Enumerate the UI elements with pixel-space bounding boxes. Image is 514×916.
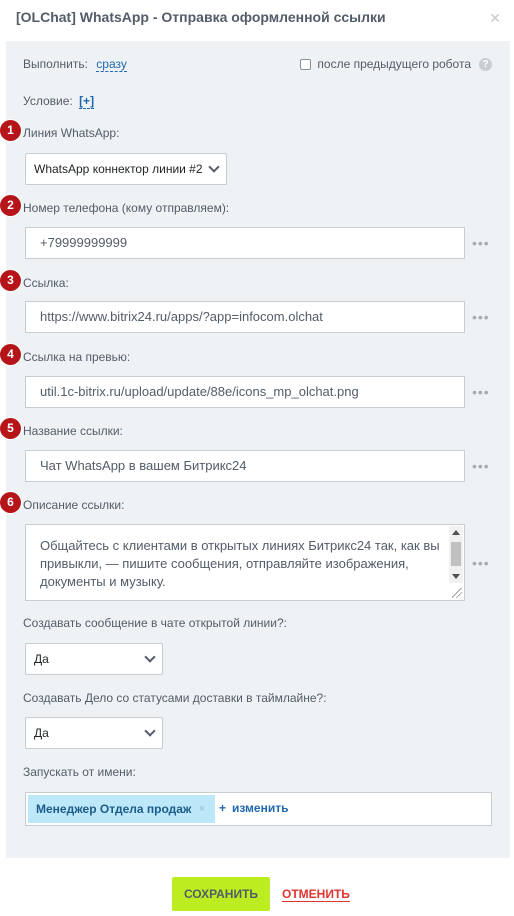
- scroll-thumb[interactable]: [451, 542, 461, 566]
- robot-settings-dialog: [OLChat] WhatsApp - Отправка оформленной…: [0, 0, 514, 916]
- phone-input[interactable]: +79999999999: [25, 227, 465, 259]
- execute-label: Выполнить:: [23, 57, 88, 71]
- description-more-icon[interactable]: •••: [472, 555, 490, 571]
- run-as-selector[interactable]: Менеджер Отдела продаж × + изменить: [25, 792, 492, 826]
- scroll-down-icon[interactable]: [452, 574, 460, 579]
- link-label: Ссылка:: [23, 276, 69, 290]
- phone-label: Номер телефона (кому отправляем):: [23, 201, 230, 215]
- execute-link[interactable]: сразу: [96, 57, 127, 72]
- create-message-value: Да: [34, 652, 49, 666]
- create-activity-select[interactable]: Да: [25, 717, 163, 749]
- create-message-label: Создавать сообщение в чате открытой лини…: [23, 616, 287, 630]
- add-condition-link[interactable]: [+]: [79, 94, 95, 109]
- line-label: Линия WhatsApp:: [23, 126, 120, 140]
- settings-panel: Выполнить: сразу после предыдущего робот…: [0, 41, 510, 858]
- save-button[interactable]: СОХРАНИТЬ: [172, 877, 270, 911]
- scroll-up-icon[interactable]: [452, 530, 460, 535]
- execute-row: Выполнить: сразу: [23, 57, 127, 72]
- plus-icon: +: [219, 801, 227, 815]
- change-user-link[interactable]: + изменить: [219, 801, 289, 815]
- step-badge-6: 6: [0, 492, 21, 513]
- preview-more-icon[interactable]: •••: [472, 384, 490, 400]
- after-robot-checkbox[interactable]: [300, 58, 312, 70]
- link-more-icon[interactable]: •••: [472, 309, 490, 325]
- textarea-scrollbar[interactable]: [449, 526, 463, 583]
- step-badge-5: 5: [0, 418, 21, 439]
- create-activity-label: Создавать Дело со статусами доставки в т…: [23, 691, 327, 705]
- after-robot-option[interactable]: после предыдущего робота ?: [300, 57, 492, 71]
- after-robot-label: после предыдущего робота: [317, 57, 471, 71]
- chevron-down-icon: [144, 725, 156, 737]
- step-badge-2: 2: [0, 195, 21, 216]
- run-as-label: Запускать от имени:: [23, 765, 136, 779]
- user-tag-name: Менеджер Отдела продаж: [36, 802, 192, 816]
- title-bar: [OLChat] WhatsApp - Отправка оформленной…: [0, 0, 514, 38]
- remove-icon[interactable]: ×: [199, 795, 205, 823]
- user-tag[interactable]: Менеджер Отдела продаж ×: [28, 795, 215, 823]
- create-message-select[interactable]: Да: [25, 643, 163, 675]
- description-label: Описание ссылки:: [23, 498, 125, 512]
- preview-input[interactable]: util.1c-bitrix.ru/upload/update/88e/icon…: [25, 376, 465, 408]
- change-user-label: изменить: [232, 801, 289, 815]
- condition-label: Условие:: [23, 94, 73, 108]
- help-icon[interactable]: ?: [479, 57, 492, 71]
- step-badge-4: 4: [0, 344, 21, 365]
- cancel-button[interactable]: ОТМЕНИТЬ: [282, 887, 350, 902]
- line-select-value: WhatsApp коннектор линии #2: [34, 162, 203, 176]
- create-activity-value: Да: [34, 726, 49, 740]
- step-badge-1: 1: [0, 120, 21, 141]
- line-select[interactable]: WhatsApp коннектор линии #2: [25, 153, 227, 185]
- link-name-more-icon[interactable]: •••: [472, 458, 490, 474]
- condition-row: Условие: [+]: [23, 94, 95, 109]
- link-input[interactable]: https://www.bitrix24.ru/apps/?app=infoco…: [25, 301, 465, 333]
- description-textarea[interactable]: Общайтесь с клиентами в открытых линиях …: [25, 524, 465, 601]
- phone-more-icon[interactable]: •••: [472, 235, 490, 251]
- preview-label: Ссылка на превью:: [23, 350, 131, 364]
- dialog-title: [OLChat] WhatsApp - Отправка оформленной…: [16, 9, 386, 25]
- resize-grip-icon[interactable]: [452, 588, 462, 598]
- chevron-down-icon: [208, 161, 220, 173]
- chevron-down-icon: [144, 651, 156, 663]
- step-badge-3: 3: [0, 270, 21, 291]
- link-name-input[interactable]: Чат WhatsApp в вашем Битрикс24: [25, 450, 465, 482]
- description-text: Общайтесь с клиентами в открытых линиях …: [40, 538, 440, 589]
- close-icon[interactable]: ✕: [489, 10, 501, 27]
- link-name-label: Название ссылки:: [23, 424, 123, 438]
